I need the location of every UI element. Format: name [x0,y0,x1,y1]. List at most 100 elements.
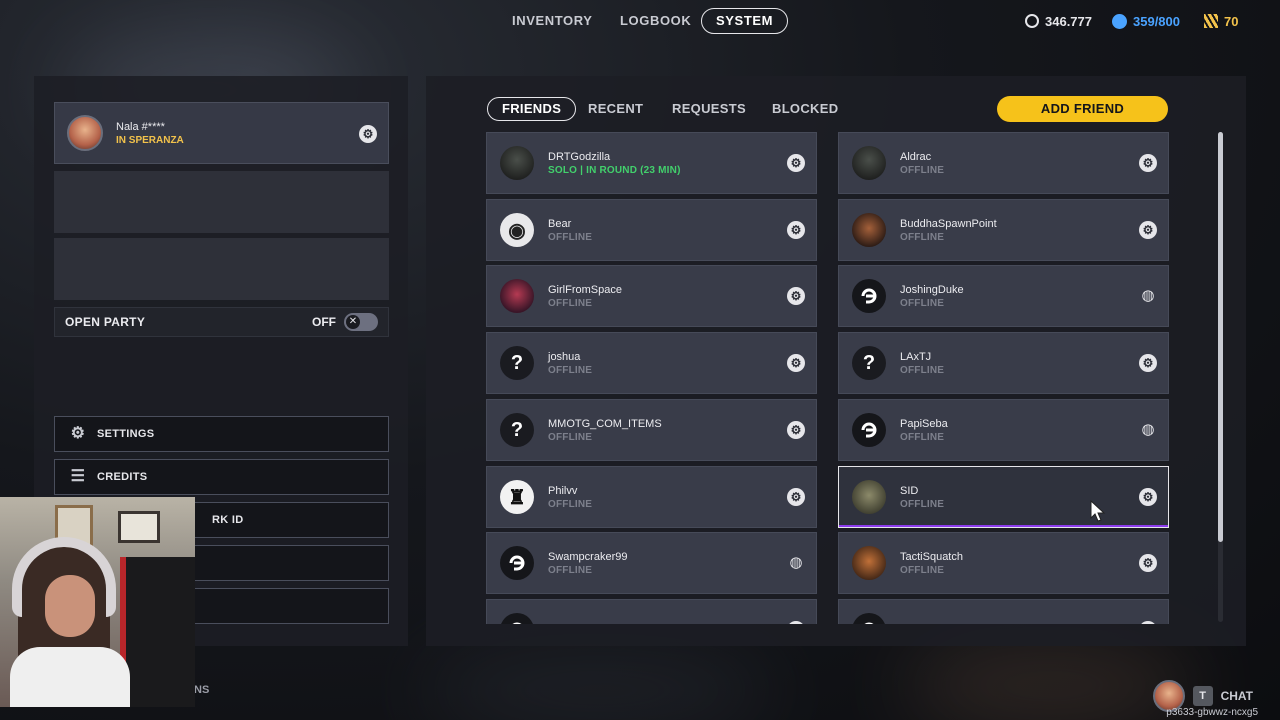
friend-card[interactable]: Swampcraker99 OFFLINE ◍ [486,532,817,594]
friend-status: OFFLINE [548,431,593,443]
friend-status: OFFLINE [900,231,945,243]
keyhole-avatar: ♜ [500,480,534,514]
friend-card[interactable]: ◉ Bear OFFLINE ⚙ [486,199,817,261]
friend-name: TurdCutter [548,623,600,624]
embark-logo-icon [852,613,886,624]
globe-icon: ◍ [789,554,803,571]
embark-logo-icon [852,413,886,447]
tokens-value: 359/800 [1133,13,1180,29]
friend-card[interactable]: SID OFFLINE ⚙ [838,466,1169,528]
friend-text: LAxTJ OFFLINE [900,351,944,376]
steam-icon: ⚙ [1139,354,1157,372]
embark-logo-icon [500,546,534,580]
friend-card[interactable]: JoshingDuke OFFLINE ◍ [838,265,1169,327]
friend-card[interactable]: ? joshua OFFLINE ⚙ [486,332,817,394]
embark-logo-icon [852,279,886,313]
friend-card[interactable]: DRTGodzilla SOLO | IN ROUND (23 MIN) ⚙ [486,132,817,194]
tab-system[interactable]: SYSTEM [701,8,789,34]
friend-text: TactiSquatch OFFLINE [900,551,963,576]
friend-status: OFFLINE [548,297,593,309]
close-icon: ✕ [346,315,360,329]
credits-button[interactable]: ☰ CREDITS [54,459,389,495]
friend-name: LAxTJ [900,350,932,363]
friend-name: DRTGodzilla [548,150,611,163]
friend-name: Swampcraker99 [548,550,628,563]
profile-card[interactable]: Nala #**** IN SPERANZA ⚙ [54,102,389,164]
friend-card[interactable]: U4N_COM_WTS_Item ⚙ [838,599,1169,624]
friend-text: joshua OFFLINE [548,351,592,376]
friend-card[interactable]: PapiSeba OFFLINE ◍ [838,399,1169,461]
friend-card[interactable]: TactiSquatch OFFLINE ⚙ [838,532,1169,594]
friend-name: SID [900,484,919,497]
party-slot-empty[interactable] [54,238,389,300]
friend-name: Philvv [548,484,578,497]
friend-text: Swampcraker99 OFFLINE [548,551,627,576]
settings-button[interactable]: ⚙ SETTINGS [54,416,389,452]
profile-name: Nala #**** [116,120,165,133]
friend-card[interactable]: ? LAxTJ OFFLINE ⚙ [838,332,1169,394]
friend-status: OFFLINE [900,364,945,376]
friend-status: SOLO | IN ROUND (23 MIN) [548,164,681,176]
friend-text: JoshingDuke OFFLINE [900,284,964,309]
steam-icon: ⚙ [787,221,805,239]
friend-card[interactable]: Aldrac OFFLINE ⚙ [838,132,1169,194]
tab-inventory[interactable]: INVENTORY [498,8,607,34]
friend-card[interactable]: ? MMOTG_COM_ITEMS OFFLINE ⚙ [486,399,817,461]
friend-name: Bear [548,217,572,230]
friend-text: Aldrac OFFLINE [900,151,944,176]
add-friend-button[interactable]: ADD FRIEND [997,96,1168,122]
friend-card[interactable]: ♜ Philvv OFFLINE ⚙ [486,466,817,528]
unknown-avatar-icon: ? [500,346,534,380]
steam-icon: ⚙ [1139,154,1157,172]
unknown-avatar-icon: ? [500,413,534,447]
avatar [852,546,886,580]
webcam-chair [120,557,195,707]
profile-status: IN SPERANZA [116,134,184,146]
party-slot-empty[interactable] [54,171,389,233]
tab-friends[interactable]: FRIENDS [487,97,577,121]
coin-stack-icon [1025,14,1039,28]
unknown-avatar-icon: ? [852,346,886,380]
tab-requests[interactable]: REQUESTS [672,97,746,121]
friend-name: MMOTG_COM_ITEMS [548,417,662,430]
friend-card[interactable]: BuddhaSpawnPoint OFFLINE ⚙ [838,199,1169,261]
globe-icon: ◍ [1141,287,1155,304]
friend-text: PapiSeba OFFLINE [900,418,948,443]
steam-icon: ⚙ [787,287,805,305]
coins-value: 346.777 [1045,13,1092,29]
friend-text: SID OFFLINE [900,485,944,510]
friend-name: U4N_COM_WTS_Item [900,623,1012,624]
tab-blocked[interactable]: BLOCKED [772,97,838,121]
settings-label: SETTINGS [97,428,155,440]
tab-recent[interactable]: RECENT [588,97,643,121]
bottom-menu-label: NS [194,684,210,696]
friend-card[interactable]: GirlFromSpace OFFLINE ⚙ [486,265,817,327]
open-party-toggle[interactable]: ✕ [344,313,378,331]
avatar [852,480,886,514]
friend-status: OFFLINE [548,364,593,376]
gold-bars-icon [1204,14,1218,28]
steam-icon: ⚙ [359,125,377,143]
friend-name: Aldrac [900,150,932,163]
steam-icon: ⚙ [1139,554,1157,572]
open-party-row: OPEN PARTY OFF ✕ [54,307,389,337]
friend-name: JoshingDuke [900,283,964,296]
steam-icon: ⚙ [787,621,805,624]
friend-status: OFFLINE [900,431,945,443]
tab-logbook[interactable]: LOGBOOK [606,8,705,34]
scrollbar[interactable] [1218,132,1223,622]
gear-icon: ⚙ [70,425,86,442]
avatar [852,146,886,180]
friend-status: OFFLINE [900,564,945,576]
profile-text: Nala #**** IN SPERANZA [116,121,184,146]
webcam-person-face [45,575,95,637]
webcam-person-shirt [10,647,130,707]
friend-name: GirlFromSpace [548,283,622,296]
background-blur [420,650,780,720]
embark-id-label: RK ID [212,514,244,526]
friend-text: MMOTG_COM_ITEMS OFFLINE [548,418,662,443]
top-navigation: INVENTORY LOGBOOK SYSTEM 346.777 359/800… [0,8,1280,36]
scroll-thumb[interactable] [1218,132,1223,542]
credits-label: CREDITS [97,471,148,483]
friend-card[interactable]: TurdCutter ⚙ [486,599,817,624]
